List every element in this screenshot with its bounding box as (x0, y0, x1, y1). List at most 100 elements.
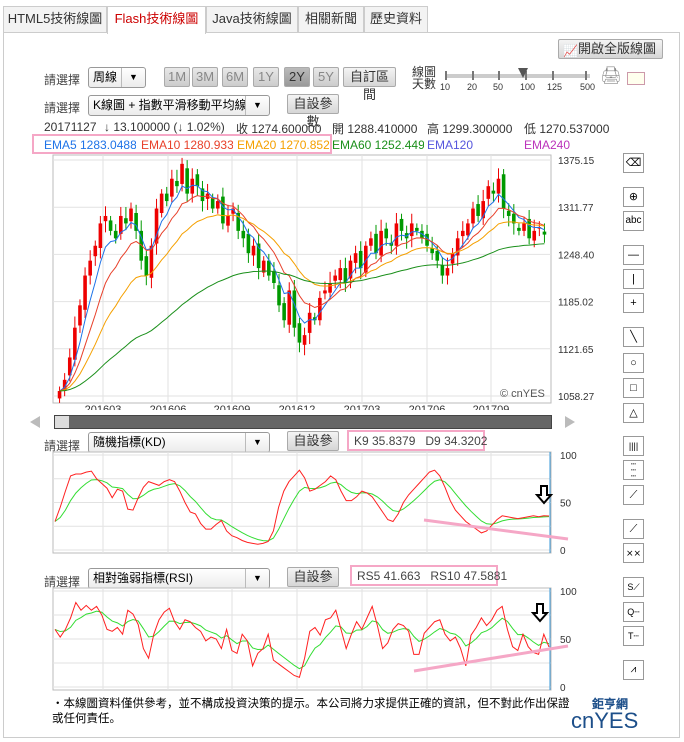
tab-java-chart[interactable]: Java技術線圖 (206, 6, 298, 33)
candlestick-chart[interactable]: 1375.15 1311.77 1248.40 1185.02 1121.65 1058.… (0, 150, 620, 410)
candle-body (215, 201, 220, 209)
candle-body (460, 230, 465, 237)
y-tick-label: 1375.15 (558, 156, 595, 167)
range-button-1M[interactable]: 1M (164, 67, 190, 87)
scroll-right-arrow[interactable] (565, 416, 575, 428)
candle-body (124, 218, 128, 224)
zoom-in-tool-icon[interactable]: ⊕ (623, 187, 644, 207)
days-tick-mark (472, 71, 474, 80)
main-param-button[interactable]: 自設參數 (287, 94, 339, 129)
y-tick-label: 100 (560, 451, 577, 462)
candle-body (379, 230, 383, 256)
candle-body (277, 285, 281, 306)
chart-type-select[interactable]: K線圖 + 指數平滑移動平均線 ▼ (88, 95, 270, 116)
days-tick-label: 20 (467, 82, 478, 92)
scroll-left-arrow[interactable] (30, 416, 40, 428)
tab-history[interactable]: 歷史資料 (364, 6, 428, 33)
days-tick-mark (585, 71, 587, 80)
print-icon[interactable]: 🖨 (600, 66, 622, 86)
scrollbar-thumb[interactable] (55, 416, 69, 428)
range-button-5Y[interactable]: 5Y (313, 67, 339, 87)
candle-body (435, 250, 440, 261)
candle-body (180, 163, 184, 184)
crosshair-tool-icon[interactable]: + (623, 293, 644, 313)
tab-flash-chart[interactable]: Flash技術線圖 (107, 6, 206, 34)
ellipse-tool-icon[interactable]: ○ (623, 353, 644, 373)
candle-body (517, 227, 521, 231)
candle-body (170, 178, 174, 197)
rsi-chart[interactable]: 100 50 0 (0, 582, 620, 696)
y-tick-label: 1311.77 (558, 203, 594, 214)
candle-body (328, 282, 332, 293)
time-scrollbar[interactable] (54, 415, 552, 429)
days-tick-label: 500 (580, 82, 596, 92)
tab-news[interactable]: 相關新聞 (298, 6, 364, 33)
candle-body (471, 208, 475, 224)
candle-body (501, 174, 506, 209)
custom-range-button[interactable]: 自訂區間 (343, 67, 396, 102)
x-tick-label: 201609 (214, 404, 251, 410)
horizontal-grid-tool-icon[interactable]: ┄ ┄ ┄ (623, 460, 644, 481)
days-tick-mark (498, 71, 500, 80)
y-tick-label: 0 (560, 683, 566, 694)
candle-body (333, 275, 337, 281)
candle-body (164, 193, 169, 202)
quote-date: 20171127 (44, 120, 97, 134)
stock-chart-tool-icon[interactable]: ⩘ (623, 660, 644, 680)
tab-html5-chart[interactable]: HTML5技術線圖 (3, 6, 107, 33)
quote-low: 低 1270.537000 (524, 122, 610, 136)
x-tick-label: 201706 (409, 404, 446, 410)
days-tick-label: 50 (493, 82, 504, 92)
period-select[interactable]: 周線 ▼ (88, 67, 146, 88)
fan-tool-icon[interactable]: ⟋ (623, 485, 644, 505)
quote-high: 高 1299.300000 (427, 122, 513, 136)
candle-body (78, 305, 82, 326)
fullscreen-chart-button[interactable]: 📈 開啟全版線圖 (558, 39, 663, 59)
speed-resistance-tool-icon[interactable]: S⟋ (623, 577, 644, 597)
candle-body (323, 290, 327, 294)
text-tool-icon[interactable]: abc (623, 211, 644, 231)
email-icon[interactable] (627, 72, 645, 85)
range-button-6M[interactable]: 6M (222, 67, 248, 87)
y-tick-label: 1248.40 (558, 250, 595, 261)
y-tick-label: 100 (560, 587, 577, 598)
triangle-tool-icon[interactable]: △ (623, 403, 644, 423)
candle-body (486, 186, 491, 199)
candle-body (226, 215, 230, 226)
horizontal-line-tool-icon[interactable]: — (623, 245, 644, 265)
candle-body (246, 233, 251, 254)
candle-body (466, 223, 470, 236)
vertical-grid-tool-icon[interactable]: |||| (623, 436, 644, 456)
candle-body (272, 271, 276, 283)
days-label: 線圖 天數 (412, 65, 437, 91)
tirone-levels-tool-icon[interactable]: T┄ (623, 626, 644, 646)
plot-area (52, 154, 552, 404)
candle-body (221, 196, 225, 224)
rectangle-tool-icon[interactable]: □ (623, 378, 644, 398)
y-tick-label: 1185.02 (558, 298, 594, 309)
candle-body (83, 275, 87, 310)
chevron-down-icon: ▼ (245, 96, 269, 115)
candle-body (374, 233, 378, 254)
vertical-line-tool-icon[interactable]: | (623, 269, 644, 289)
candle-body (399, 218, 404, 231)
candle-body (445, 268, 450, 276)
gann-grid-tool-icon[interactable]: ⨯⨯ (623, 543, 644, 563)
quadrant-lines-tool-icon[interactable]: Q┄ (623, 602, 644, 622)
candle-body (144, 256, 149, 276)
range-button-1Y[interactable]: 1Y (253, 67, 279, 87)
chart-icon: 📈 (563, 44, 578, 58)
range-button-2Y[interactable]: 2Y (284, 67, 310, 87)
range-button-3M[interactable]: 3M (192, 67, 218, 87)
candle-body (542, 231, 547, 235)
candle-body (506, 210, 511, 216)
speed-fan-tool-icon[interactable]: ⟋ (623, 519, 644, 539)
kd-chart[interactable]: 100 50 0 (0, 446, 620, 560)
candle-body (57, 390, 62, 399)
candle-body (282, 303, 286, 321)
trend-line-tool-icon[interactable]: ╲ (623, 327, 644, 347)
days-slider-handle[interactable] (518, 68, 528, 78)
candle-body (113, 230, 118, 239)
days-tick-label: 100 (520, 82, 536, 92)
eraser-tool-icon[interactable]: ⌫ (623, 153, 644, 173)
